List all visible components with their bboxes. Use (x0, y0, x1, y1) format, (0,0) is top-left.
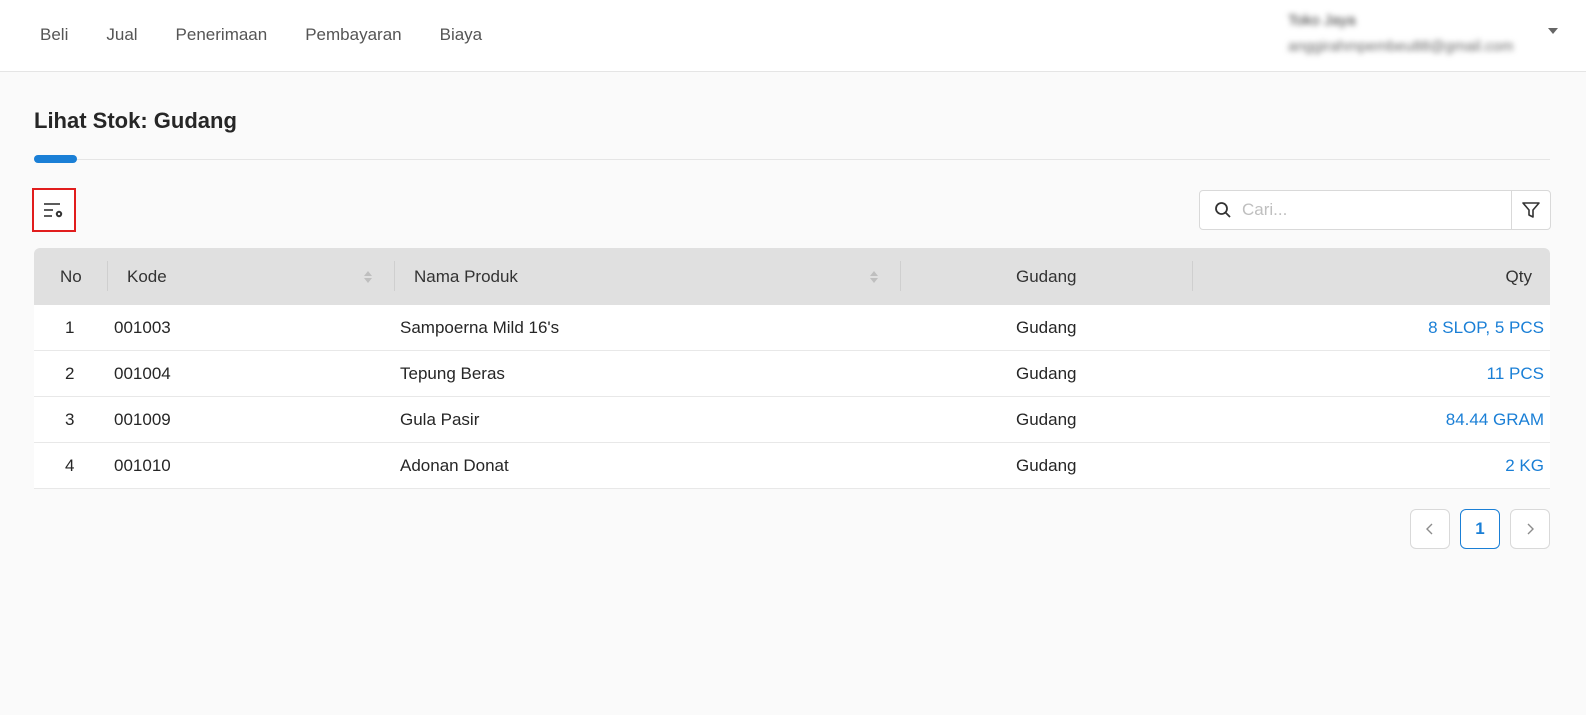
nav-item-jual[interactable]: Jual (106, 22, 137, 48)
page-title: Lihat Stok: Gudang (34, 108, 237, 133)
cell-qty-link[interactable]: 2 KG (1505, 443, 1544, 489)
search-input[interactable] (1242, 200, 1502, 220)
caret-down-icon[interactable] (1548, 28, 1558, 34)
header-gudang: Gudang (1016, 267, 1077, 286)
table-row: 3 001009 Gula Pasir Gudang 84.44 GRAM (34, 397, 1550, 443)
sort-icon[interactable] (869, 268, 879, 286)
header-nama-produk[interactable]: Nama Produk (414, 248, 518, 305)
sort-icon[interactable] (363, 268, 373, 286)
table-row: 4 001010 Adonan Donat Gudang 2 KG (34, 443, 1550, 489)
title-divider (34, 159, 1550, 160)
user-name: Toko Jaya (1288, 12, 1356, 29)
cell-gudang: Gudang (1016, 364, 1077, 383)
cell-nama-produk: Adonan Donat (400, 456, 509, 475)
header-separator (1192, 261, 1193, 291)
filter-icon (1522, 202, 1540, 218)
table-row: 2 001004 Tepung Beras Gudang 11 PCS (34, 351, 1550, 397)
nav-item-biaya[interactable]: Biaya (440, 22, 483, 48)
header-separator (107, 261, 108, 291)
nav-item-pembayaran[interactable]: Pembayaran (305, 22, 401, 48)
filter-button[interactable] (1511, 190, 1551, 230)
cell-kode: 001003 (114, 318, 171, 337)
header-separator (394, 261, 395, 291)
cell-gudang: Gudang (1016, 456, 1077, 475)
list-settings-icon (44, 203, 63, 218)
prev-page-button[interactable] (1410, 509, 1450, 549)
cell-kode: 001010 (114, 456, 171, 475)
cell-no: 4 (65, 456, 75, 475)
cell-kode: 001004 (114, 364, 171, 383)
user-email: anggirahmpembeu88@gmail.com (1288, 38, 1514, 55)
main-nav: Beli Jual Penerimaan Pembayaran Biaya (40, 22, 520, 48)
next-page-button[interactable] (1510, 509, 1550, 549)
top-navbar: Beli Jual Penerimaan Pembayaran Biaya To… (0, 0, 1586, 72)
cell-nama-produk: Gula Pasir (400, 410, 480, 429)
stock-table: No Kode Nama Produk Gudang Qty 1 001003 … (34, 248, 1550, 489)
cell-no: 2 (65, 364, 75, 383)
header-separator (900, 261, 901, 291)
cell-gudang: Gudang (1016, 318, 1077, 337)
cell-nama-produk: Tepung Beras (400, 364, 505, 383)
cell-nama-produk: Sampoerna Mild 16's (400, 318, 560, 337)
cell-qty-link[interactable]: 11 PCS (1487, 351, 1544, 397)
nav-item-beli[interactable]: Beli (40, 22, 68, 48)
cell-no: 1 (65, 318, 75, 337)
search-box (1199, 190, 1512, 230)
user-menu[interactable]: Toko Jaya anggirahmpembeu88@gmail.com (1288, 10, 1538, 58)
search-icon (1215, 202, 1231, 218)
chevron-right-icon (1527, 523, 1534, 535)
chevron-left-icon (1426, 523, 1433, 535)
column-settings-button[interactable] (32, 188, 76, 232)
cell-gudang: Gudang (1016, 410, 1077, 429)
table-row: 1 001003 Sampoerna Mild 16's Gudang 8 SL… (34, 305, 1550, 351)
cell-qty-link[interactable]: 84.44 GRAM (1446, 397, 1544, 443)
cell-qty-link[interactable]: 8 SLOP, 5 PCS (1428, 305, 1544, 351)
nav-item-penerimaan[interactable]: Penerimaan (176, 22, 268, 48)
header-no: No (60, 267, 82, 286)
title-accent-bar (34, 155, 77, 163)
table-header: No Kode Nama Produk Gudang Qty (34, 248, 1550, 305)
page-button-current[interactable]: 1 (1460, 509, 1500, 549)
header-kode[interactable]: Kode (127, 248, 167, 305)
cell-kode: 001009 (114, 410, 171, 429)
header-qty: Qty (1505, 267, 1532, 286)
cell-no: 3 (65, 410, 75, 429)
